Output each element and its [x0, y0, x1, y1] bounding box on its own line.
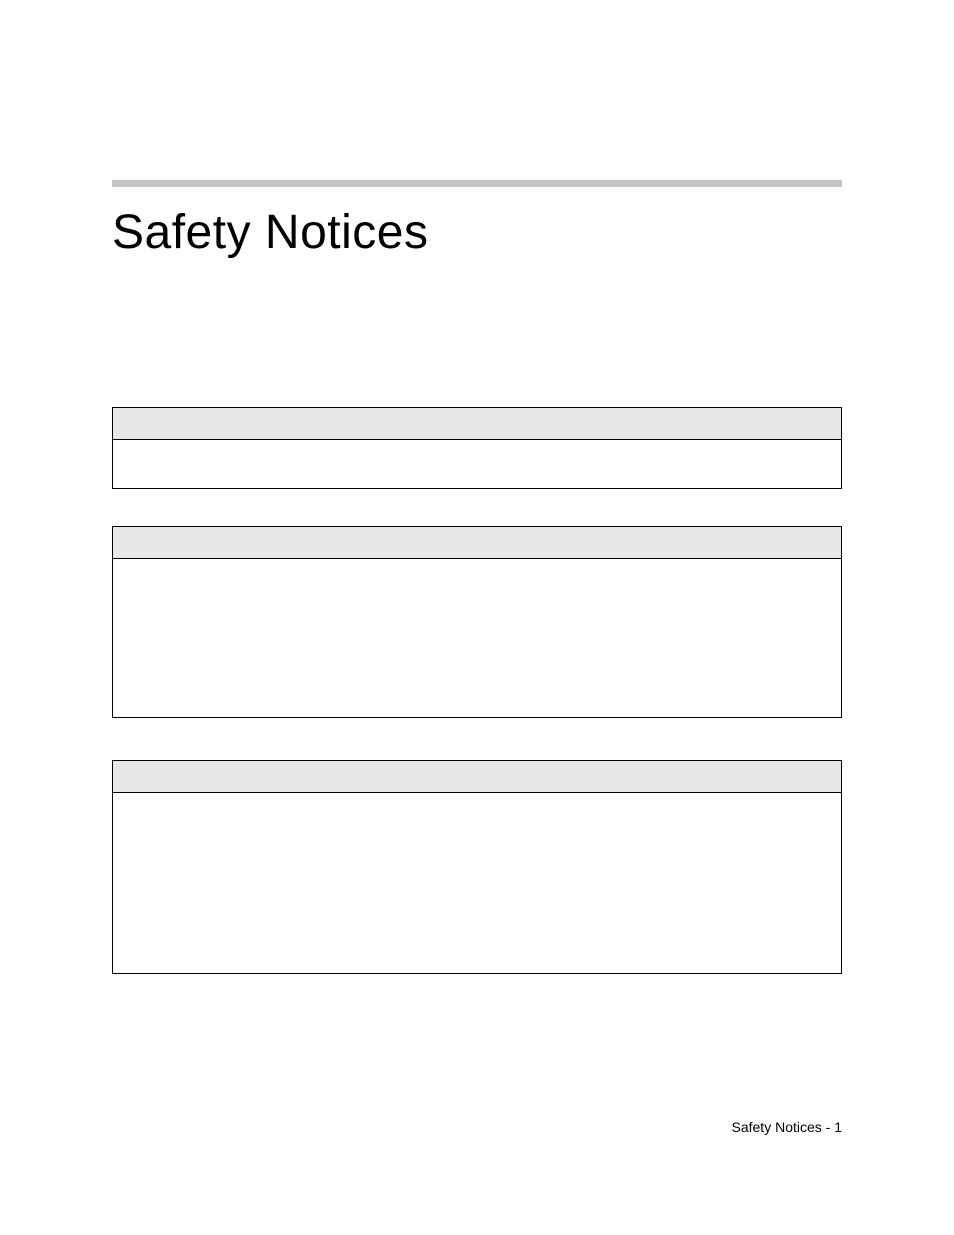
header-divider [112, 180, 842, 187]
notice-box-1 [112, 407, 842, 489]
notice-box-3 [112, 760, 842, 974]
notice-header [113, 527, 841, 559]
notice-body [113, 440, 841, 488]
page-footer: Safety Notices - 1 [732, 1119, 843, 1135]
document-page: Safety Notices [0, 0, 954, 974]
page-title: Safety Notices [112, 205, 842, 260]
notice-header [113, 408, 841, 440]
notice-box-2 [112, 526, 842, 718]
notice-header [113, 761, 841, 793]
notice-body [113, 559, 841, 717]
notice-body [113, 793, 841, 973]
